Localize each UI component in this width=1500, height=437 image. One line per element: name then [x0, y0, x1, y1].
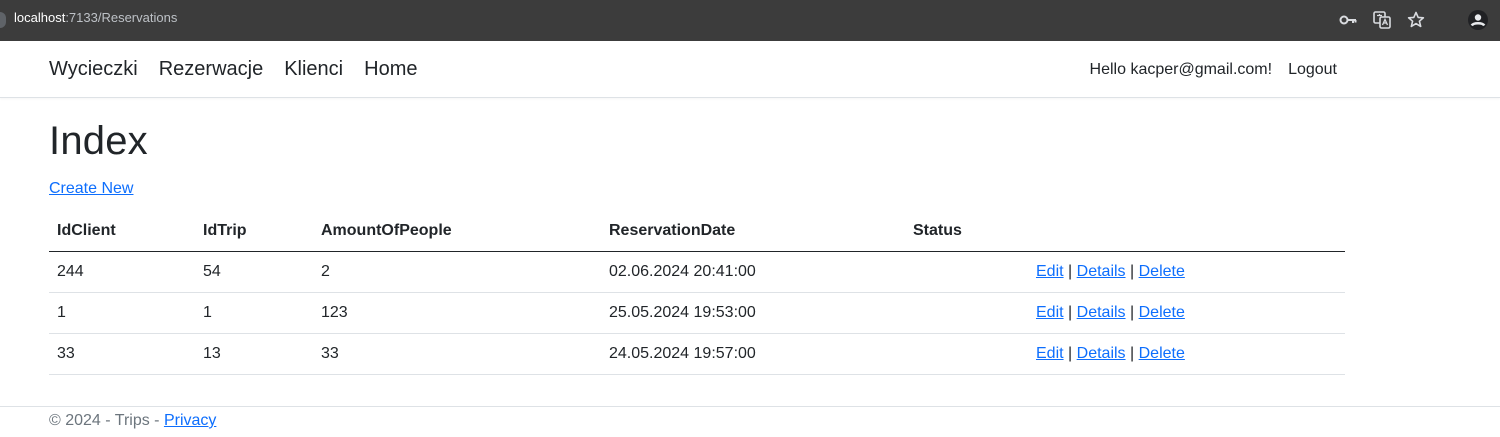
- header-actions: [1028, 212, 1345, 252]
- delete-link[interactable]: Delete: [1139, 345, 1185, 362]
- cell-status: [905, 292, 1028, 334]
- delete-link[interactable]: Delete: [1139, 263, 1185, 280]
- cell-amount: 33: [313, 333, 601, 375]
- table-row: 244 54 2 02.06.2024 20:41:00 Edit | Deta…: [49, 251, 1345, 293]
- page-title: Index: [49, 119, 148, 163]
- cell-idclient: 33: [49, 333, 195, 375]
- browser-toolbar: localhost:7133/Reservations: [0, 0, 1500, 41]
- nav-wycieczki[interactable]: Wycieczki: [49, 58, 138, 81]
- cell-date: 24.05.2024 19:57:00: [601, 333, 905, 375]
- main-nav: Wycieczki Rezerwacje Klienci Home: [49, 41, 417, 98]
- action-separator: |: [1068, 303, 1073, 321]
- action-separator: |: [1130, 262, 1135, 280]
- star-icon[interactable]: [1404, 8, 1428, 32]
- edit-link[interactable]: Edit: [1036, 263, 1064, 280]
- details-link[interactable]: Details: [1077, 304, 1126, 321]
- cell-status: [905, 333, 1028, 375]
- header-idclient: IdClient: [49, 212, 195, 252]
- cell-amount: 123: [313, 292, 601, 334]
- translate-icon[interactable]: [1370, 8, 1394, 32]
- footer: © 2024 - Trips - Privacy: [0, 406, 1500, 437]
- navbar: Wycieczki Rezerwacje Klienci Home Hello …: [0, 41, 1500, 98]
- cell-idclient: 244: [49, 251, 195, 293]
- user-nav: Hello kacper@gmail.com! Logout: [1090, 41, 1337, 98]
- edit-link[interactable]: Edit: [1036, 304, 1064, 321]
- cell-actions: Edit | Details | Delete: [1028, 251, 1345, 293]
- cell-actions: Edit | Details | Delete: [1028, 333, 1345, 375]
- header-amountofpeople: AmountOfPeople: [313, 212, 601, 252]
- key-icon[interactable]: [1336, 8, 1360, 32]
- table-row: 1 1 123 25.05.2024 19:53:00 Edit | Detai…: [49, 292, 1345, 334]
- url-path: :7133/Reservations: [65, 10, 178, 25]
- cell-idclient: 1: [49, 292, 195, 334]
- main-content: Index Create New IdClient IdTrip AmountO…: [49, 98, 1345, 375]
- cell-idtrip: 13: [195, 333, 313, 375]
- create-new-link[interactable]: Create New: [49, 180, 133, 198]
- action-separator: |: [1130, 344, 1135, 362]
- user-greeting[interactable]: Hello kacper@gmail.com!: [1090, 61, 1273, 79]
- delete-link[interactable]: Delete: [1139, 304, 1185, 321]
- action-separator: |: [1130, 303, 1135, 321]
- action-separator: |: [1068, 344, 1073, 362]
- back-tab-edge: [0, 12, 6, 28]
- cell-amount: 2: [313, 251, 601, 293]
- table-row: 33 13 33 24.05.2024 19:57:00 Edit | Deta…: [49, 333, 1345, 375]
- nav-klienci[interactable]: Klienci: [284, 58, 343, 81]
- details-link[interactable]: Details: [1077, 263, 1126, 280]
- cell-idtrip: 1: [195, 292, 313, 334]
- reservations-table: IdClient IdTrip AmountOfPeople Reservati…: [49, 212, 1345, 375]
- profile-icon[interactable]: [1466, 8, 1490, 32]
- header-status: Status: [905, 212, 1028, 252]
- header-reservationdate: ReservationDate: [601, 212, 905, 252]
- nav-rezerwacje[interactable]: Rezerwacje: [159, 58, 263, 81]
- details-link[interactable]: Details: [1077, 345, 1126, 362]
- cell-date: 25.05.2024 19:53:00: [601, 292, 905, 334]
- logout-button[interactable]: Logout: [1288, 61, 1337, 79]
- edit-link[interactable]: Edit: [1036, 345, 1064, 362]
- cell-date: 02.06.2024 20:41:00: [601, 251, 905, 293]
- action-separator: |: [1068, 262, 1073, 280]
- cell-status: [905, 251, 1028, 293]
- cell-actions: Edit | Details | Delete: [1028, 292, 1345, 334]
- nav-home[interactable]: Home: [364, 58, 417, 81]
- footer-text: © 2024 - Trips - Privacy: [49, 412, 216, 430]
- browser-actions: [1336, 7, 1490, 33]
- table-header-row: IdClient IdTrip AmountOfPeople Reservati…: [49, 212, 1345, 252]
- header-idtrip: IdTrip: [195, 212, 313, 252]
- copyright-text: © 2024 - Trips -: [49, 412, 164, 429]
- cell-idtrip: 54: [195, 251, 313, 293]
- address-bar[interactable]: localhost:7133/Reservations: [14, 10, 177, 25]
- url-host: localhost: [14, 10, 66, 25]
- privacy-link[interactable]: Privacy: [164, 412, 216, 429]
